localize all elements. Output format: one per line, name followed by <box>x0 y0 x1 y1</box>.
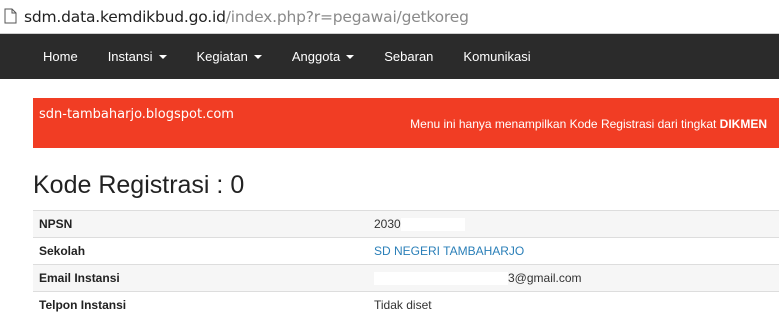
alert-message-level: DIKMEN <box>719 117 767 131</box>
school-link[interactable]: SD NEGERI TAMBAHARJO <box>374 244 524 258</box>
alert-banner: sdn-tambaharjo.blogspot.com Menu ini han… <box>33 98 779 148</box>
nav-kegiatan-label: Kegiatan <box>196 49 248 64</box>
row-value: 3@gmail.com <box>368 264 779 292</box>
caret-down-icon <box>253 55 262 59</box>
redaction-block <box>374 272 508 286</box>
url-text[interactable]: sdm.data.kemdikbud.go.id/index.php?r=peg… <box>24 8 469 26</box>
caret-down-icon <box>346 55 355 59</box>
nav-home[interactable]: Home <box>28 34 93 79</box>
nav-kegiatan[interactable]: Kegiatan <box>182 34 277 79</box>
alert-message: Menu ini hanya menampilkan Kode Registra… <box>410 117 767 131</box>
row-value: Tidak diset <box>368 291 779 319</box>
nav-instansi-label: Instansi <box>107 49 153 64</box>
table-row: NPSN 2030 <box>33 210 779 238</box>
url-host: sdm.data.kemdikbud.go.id <box>24 7 226 26</box>
row-label: Email Instansi <box>33 264 368 292</box>
email-value: 3@gmail.com <box>508 270 582 285</box>
redaction-block <box>400 218 465 232</box>
nav-home-label: Home <box>43 49 78 64</box>
caret-down-icon <box>158 55 167 59</box>
nav-sebaran-label: Sebaran <box>384 49 434 64</box>
url-path: /index.php?r=pegawai/getkoreg <box>225 7 469 26</box>
row-label: NPSN <box>33 210 368 238</box>
page-title: Kode Registrasi : 0 <box>33 171 245 199</box>
nav-anggota-label: Anggota <box>291 49 341 64</box>
row-value: 2030 <box>368 210 779 238</box>
watermark-text: sdn-tambaharjo.blogspot.com <box>39 107 234 122</box>
row-label: Telpon Instansi <box>33 291 368 319</box>
npsn-value: 2030 <box>374 216 401 231</box>
top-navbar: Home Instansi Kegiatan Anggota Sebaran K… <box>0 34 779 79</box>
nav-komunikasi-label: Komunikasi <box>463 49 531 64</box>
page-icon <box>4 8 18 25</box>
row-label: Sekolah <box>33 237 368 265</box>
row-value: SD NEGERI TAMBAHARJO <box>368 237 779 265</box>
table-row: Telpon Instansi Tidak diset <box>33 291 779 319</box>
main-content: sdn-tambaharjo.blogspot.com Menu ini han… <box>33 98 779 319</box>
address-bar[interactable]: sdm.data.kemdikbud.go.id/index.php?r=peg… <box>0 0 779 34</box>
nav-sebaran[interactable]: Sebaran <box>369 34 448 79</box>
table-row: Sekolah SD NEGERI TAMBAHARJO <box>33 237 779 265</box>
table-row: Email Instansi 3@gmail.com <box>33 264 779 292</box>
info-table: NPSN 2030 Sekolah SD NEGERI TAMBAHARJO E… <box>33 210 779 319</box>
nav-komunikasi[interactable]: Komunikasi <box>448 34 545 79</box>
nav-instansi[interactable]: Instansi <box>93 34 182 79</box>
nav-anggota[interactable]: Anggota <box>277 34 369 79</box>
alert-message-text: Menu ini hanya menampilkan Kode Registra… <box>410 117 720 131</box>
